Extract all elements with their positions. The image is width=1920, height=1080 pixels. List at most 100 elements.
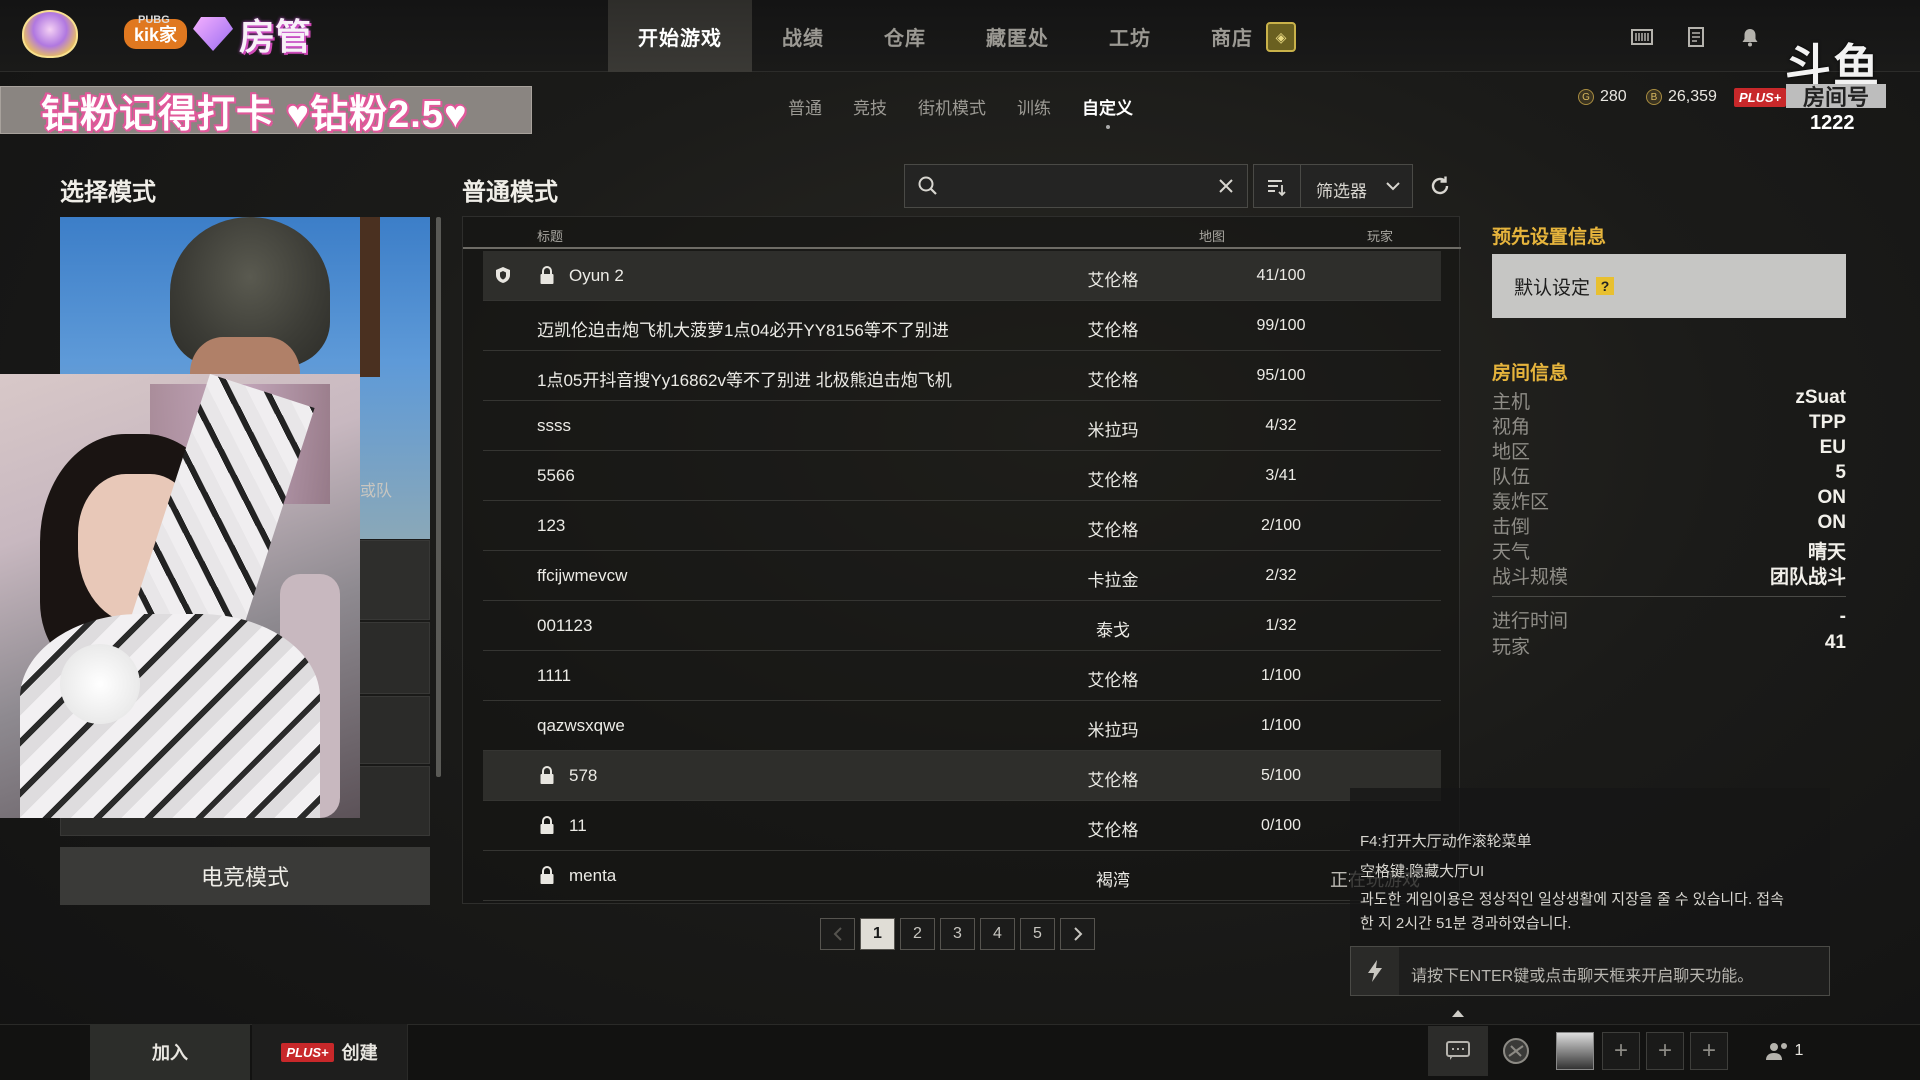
col-players[interactable]: 玩家 xyxy=(1367,226,1393,245)
join-button[interactable]: 加入 xyxy=(90,1024,250,1080)
filter-dropdown[interactable]: 筛选器 xyxy=(1253,164,1413,208)
friends-button[interactable]: 1 xyxy=(1754,1026,1814,1076)
info-key: 轰炸区 xyxy=(1492,492,1550,513)
mode-list-scrollbar[interactable] xyxy=(436,217,441,777)
table-row[interactable]: 迈凯伦迫击炮飞机大菠萝1点04必开YY8156等不了别进 艾伦格 99/100 xyxy=(483,301,1441,351)
create-button[interactable]: PLUS+ 创建 xyxy=(252,1024,408,1080)
info-value: ON xyxy=(1817,487,1847,508)
chevron-left-icon xyxy=(833,927,842,941)
expand-chat-icon[interactable] xyxy=(1452,1010,1464,1017)
room-players: 95/100 xyxy=(1256,367,1306,384)
col-map[interactable]: 地图 xyxy=(1199,226,1225,245)
sort-icon[interactable] xyxy=(1266,177,1286,197)
room-title: 123 xyxy=(537,516,566,535)
subtab-1[interactable]: 竞技 xyxy=(853,94,887,119)
prev-page-button[interactable] xyxy=(820,918,855,950)
webcam-mic xyxy=(60,644,140,724)
store-cube-icon[interactable]: ◈ xyxy=(1266,22,1296,52)
tab-2[interactable]: 仓库 xyxy=(854,0,956,72)
tab-3[interactable]: 藏匿处 xyxy=(956,0,1079,72)
tab-1[interactable]: 战绩 xyxy=(752,0,854,72)
document-icon[interactable] xyxy=(1684,26,1708,48)
lightning-icon[interactable] xyxy=(1351,947,1399,995)
esports-mode-button[interactable]: 电竞模式 xyxy=(60,847,430,905)
room-players: 0/100 xyxy=(1260,817,1302,834)
info-row: 战斗规模 团队战斗 xyxy=(1492,562,1846,588)
pubg-small-logo: PUBG xyxy=(138,14,170,26)
tab-0[interactable]: 开始游戏 xyxy=(608,0,752,72)
room-title: 1点05开抖音搜Yy16862v等不了别进 北极熊迫击炮飞机 xyxy=(537,371,952,390)
chat-icon[interactable] xyxy=(1428,1026,1488,1076)
top-nav: 开始游戏 战绩 仓库 藏匿处 工坊 商店 xyxy=(608,0,1283,72)
room-map: 艾伦格 xyxy=(1087,771,1139,790)
table-row[interactable]: 1111 艾伦格 1/100 xyxy=(483,651,1441,701)
barcode-icon[interactable] xyxy=(1630,26,1654,48)
next-page-button[interactable] xyxy=(1060,918,1095,950)
info-value: 5 xyxy=(1835,462,1846,483)
room-number-label: 房间号 xyxy=(1786,84,1886,110)
plus-badge[interactable]: PLUS+ xyxy=(1734,88,1787,107)
lock-icon xyxy=(539,815,555,835)
bp-display: B 26,359 xyxy=(1646,88,1717,106)
preset-box[interactable]: 默认设定 ? xyxy=(1492,254,1846,318)
info-row: 玩家 41 xyxy=(1492,632,1846,658)
select-mode-title: 选择模式 xyxy=(60,179,156,206)
room-title: 11 xyxy=(569,816,587,835)
table-row[interactable]: 11 艾伦格 0/100 xyxy=(483,801,1441,851)
table-row[interactable]: 578 艾伦格 5/100 xyxy=(483,751,1441,801)
room-map: 卡拉金 xyxy=(1087,571,1139,590)
add-party-slot-1[interactable]: + xyxy=(1602,1032,1640,1070)
friends-count: 1 xyxy=(1794,1042,1804,1059)
refresh-icon[interactable] xyxy=(1428,174,1452,198)
page-button[interactable]: 3 xyxy=(940,918,975,950)
info-key: 战斗规模 xyxy=(1492,567,1569,588)
table-row[interactable]: 5566 艾伦格 3/41 xyxy=(483,451,1441,501)
room-title: 5566 xyxy=(537,466,575,485)
clan-emblem-icon[interactable] xyxy=(1494,1026,1538,1076)
info-value: zSuat xyxy=(1795,387,1846,408)
page-button[interactable]: 1 xyxy=(860,918,895,950)
add-party-slot-3[interactable]: + xyxy=(1690,1032,1728,1070)
streamer-webcam xyxy=(0,374,360,818)
room-map: 艾伦格 xyxy=(1087,821,1139,840)
pagination: 12345 xyxy=(820,918,1095,950)
subtab-0[interactable]: 普通 xyxy=(788,94,822,119)
col-title[interactable]: 标题 xyxy=(537,226,563,245)
table-row[interactable]: ssss 米拉玛 4/32 xyxy=(483,401,1441,451)
search-icon xyxy=(918,176,937,195)
chat-warning-2: 한 지 2시간 51분 경과하였습니다. xyxy=(1360,915,1572,932)
avatar[interactable] xyxy=(1556,1032,1594,1070)
subtab-2[interactable]: 街机模式 xyxy=(918,94,986,119)
info-key: 队伍 xyxy=(1492,467,1531,488)
rifle-graphic xyxy=(360,217,380,377)
tab-4[interactable]: 工坊 xyxy=(1079,0,1181,72)
room-players: 99/100 xyxy=(1256,317,1306,334)
table-row[interactable]: ffcijwmevcw 卡拉金 2/32 xyxy=(483,551,1441,601)
table-row[interactable]: 123 艾伦格 2/100 xyxy=(483,501,1441,551)
add-party-slot-2[interactable]: + xyxy=(1646,1032,1684,1070)
help-icon[interactable]: ? xyxy=(1596,277,1615,295)
info-key: 进行时间 xyxy=(1492,611,1569,632)
table-row[interactable]: Oyun 2 艾伦格 41/100 xyxy=(483,251,1441,301)
info-key: 击倒 xyxy=(1492,517,1531,538)
clear-search-icon[interactable] xyxy=(1217,177,1235,195)
bp-value: 26,359 xyxy=(1668,88,1717,105)
subtab-3[interactable]: 训练 xyxy=(1017,94,1051,119)
table-row[interactable]: 001123 泰戈 1/32 xyxy=(483,601,1441,651)
page-button[interactable]: 2 xyxy=(900,918,935,950)
table-row[interactable]: 1点05开抖音搜Yy16862v等不了别进 北极熊迫击炮飞机 艾伦格 95/100 xyxy=(483,351,1441,401)
plus-display[interactable]: PLUS+ xyxy=(1734,88,1787,107)
bell-icon[interactable] xyxy=(1738,26,1762,48)
subtab-4[interactable]: 自定义 xyxy=(1082,94,1133,129)
search-input[interactable] xyxy=(904,164,1248,208)
chat-input[interactable]: 请按下ENTER键或点击聊天框来开启聊天功能。 xyxy=(1350,946,1830,996)
page-button[interactable]: 4 xyxy=(980,918,1015,950)
table-row[interactable]: menta 褐湾 xyxy=(483,851,1441,901)
page-button[interactable]: 5 xyxy=(1020,918,1055,950)
room-map: 艾伦格 xyxy=(1087,271,1139,290)
lock-icon xyxy=(539,265,555,285)
table-row[interactable]: qazwsxqwe 米拉玛 1/100 xyxy=(483,701,1441,751)
webcam-body xyxy=(20,614,320,818)
room-map: 米拉玛 xyxy=(1087,721,1139,740)
room-map: 艾伦格 xyxy=(1087,321,1139,340)
